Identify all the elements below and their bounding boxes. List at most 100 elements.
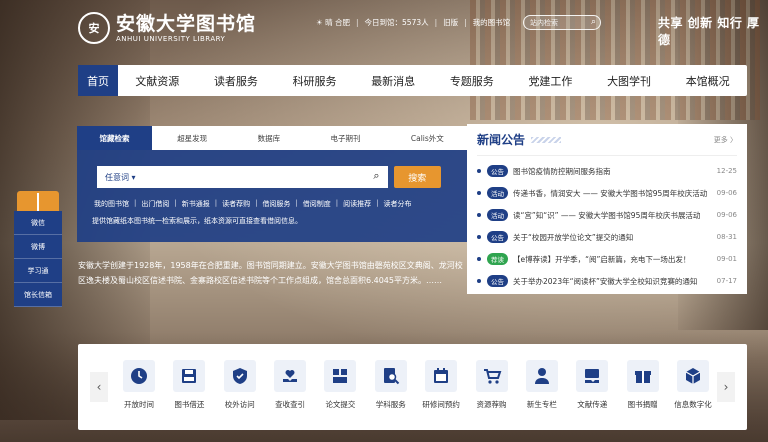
site-search-input[interactable] (524, 16, 586, 29)
tab-ejournal[interactable]: 电子期刊 (305, 126, 385, 150)
tab-database[interactable]: 数据库 (232, 126, 305, 150)
nav-home[interactable]: 首页 (78, 65, 118, 96)
bullet-icon (477, 257, 481, 261)
news-tag: 公告 (487, 231, 508, 243)
bullet-icon (477, 213, 481, 217)
nav-about[interactable]: 本馆概况 (668, 65, 747, 96)
news-item[interactable]: 公告 图书馆疫情防控期间服务指南 12-25 (477, 160, 737, 182)
services-prev-button[interactable]: ‹ (90, 372, 108, 402)
utility-bar: ☀ 晴 合肥 | 今日到馆：5573人 | 旧版 | 我的图书馆 (316, 17, 511, 28)
news-item[interactable]: 公告 关于“校园开放学位论文”提交的通知 08-31 (477, 226, 737, 248)
service-item[interactable]: 文献传递 (569, 360, 615, 410)
quick-link-recommend[interactable]: 读者荐购 (220, 199, 252, 209)
nav-news[interactable]: 最新消息 (354, 65, 433, 96)
university-seal-icon: 安 (78, 12, 110, 44)
catalog-search-panel: 馆藏检索 超星发现 数据库 电子期刊 Calis外文 任意词 ▾ ⌕ 搜索 我的… (77, 126, 469, 242)
bullet-icon (477, 235, 481, 239)
news-text[interactable]: 传递书香，情润安大 —— 安徽大学图书馆95周年校庆活动 (513, 188, 711, 199)
news-text[interactable]: 图书馆疫情防控期间服务指南 (513, 166, 711, 177)
service-item[interactable]: 校外访问 (217, 360, 263, 410)
weather-info: ☀ 晴 合肥 (316, 18, 350, 27)
service-item[interactable]: 学科服务 (368, 360, 414, 410)
service-item[interactable]: 查收查引 (267, 360, 313, 410)
search-doc-icon (374, 360, 407, 392)
open-book-icon (14, 183, 62, 211)
service-item[interactable]: 开放时间 (116, 360, 162, 410)
side-item-xuexitong[interactable]: 学习通 (14, 259, 62, 283)
service-item[interactable]: 信息数字化 (670, 360, 716, 410)
side-item-weibo[interactable]: 微博 (14, 235, 62, 259)
nav-party-work[interactable]: 党建工作 (511, 65, 590, 96)
bullet-icon (477, 279, 481, 283)
quick-link-borrow-service[interactable]: 借阅服务 (260, 199, 292, 209)
side-float-menu: 微信 微博 学习通 馆长信箱 (14, 183, 62, 307)
old-version-link[interactable]: 旧版 (443, 17, 458, 28)
service-item[interactable]: 论文提交 (317, 360, 363, 410)
stripes-decoration (531, 136, 562, 143)
search-icon[interactable]: ⌕ (591, 17, 596, 27)
quick-link-new-books[interactable]: 新书通报 (180, 199, 212, 209)
service-item[interactable]: 研修间预约 (418, 360, 464, 410)
side-item-wechat[interactable]: 微信 (14, 211, 62, 235)
news-tag: 公告 (487, 275, 508, 287)
book-save-icon (173, 360, 206, 392)
service-label: 图书借还 (174, 400, 205, 409)
service-item[interactable]: 图书捐赠 (620, 360, 666, 410)
news-item[interactable]: 公告 关于举办2023年“阅读杯”安徽大学全校知识竞赛的通知 07-17 (477, 270, 737, 292)
news-text[interactable]: 关于“校园开放学位论文”提交的通知 (513, 232, 711, 243)
news-item[interactable]: 荐读 【e博荐读】开学季，“阅”启新篇，充电下一场出发！ 09-01 (477, 248, 737, 270)
logo-chinese-name: 安徽大学图书馆 (116, 13, 257, 35)
nav-topic-services[interactable]: 专题服务 (433, 65, 512, 96)
cart-icon (475, 360, 508, 392)
news-text[interactable]: 【e博荐读】开学季，“阅”启新篇，充电下一场出发！ (513, 254, 711, 265)
nav-research-services[interactable]: 科研服务 (275, 65, 354, 96)
news-text[interactable]: 关于举办2023年“阅读杯”安徽大学全校知识竞赛的通知 (513, 276, 711, 287)
search-button[interactable]: 搜索 (393, 166, 441, 188)
service-label: 研修间预约 (422, 400, 460, 409)
services-next-button[interactable]: › (717, 372, 735, 402)
calendar-icon (425, 360, 458, 392)
news-more-link[interactable]: 更多 〉 (714, 135, 737, 145)
search-box: 任意词 ▾ ⌕ (97, 166, 388, 188)
nav-resources[interactable]: 文献资源 (118, 65, 197, 96)
news-date: 12-25 (716, 167, 737, 175)
search-input[interactable] (143, 168, 388, 186)
service-item[interactable]: 新生专栏 (519, 360, 565, 410)
nav-journal[interactable]: 大图学刊 (590, 65, 669, 96)
quick-link-borrow[interactable]: 出门借阅 (139, 199, 171, 209)
quick-link-rules[interactable]: 借阅制度 (301, 199, 333, 209)
tab-calis[interactable]: Calis外文 (386, 126, 469, 150)
services-bar: ‹ 开放时间 图书借还 校外访问 查收查引 论文提交 学科服务 研修间预约 资源荐购 新生专栏 文… (78, 344, 747, 430)
news-panel: 新闻公告 更多 〉 公告 图书馆疫情防控期间服务指南 12-25 活动 传递书香，情润安… (467, 124, 747, 294)
news-item[interactable]: 活动 读“宫”知“识” —— 安徽大学图书馆95周年校庆书展活动 09-06 (477, 204, 737, 226)
search-tabs: 馆藏检索 超星发现 数据库 电子期刊 Calis外文 (77, 126, 469, 150)
heart-hand-icon (274, 360, 307, 392)
site-search: ⌕ (523, 15, 601, 30)
cube-icon (676, 360, 709, 392)
news-text[interactable]: 读“宫”知“识” —— 安徽大学图书馆95周年校庆书展活动 (513, 210, 711, 221)
service-label: 文献传递 (577, 400, 608, 409)
news-title: 新闻公告 (477, 131, 562, 148)
service-item[interactable]: 资源荐购 (469, 360, 515, 410)
quick-links: 我的图书馆 | 出门借阅 | 新书通报 | 读者荐购 | 借阅服务 | 借阅制度 | 阅读推… (92, 199, 414, 209)
news-item[interactable]: 活动 传递书香，情润安大 —— 安徽大学图书馆95周年校庆活动 09-06 (477, 182, 737, 204)
my-library-link[interactable]: 我的图书馆 (473, 17, 511, 28)
quick-link-reading[interactable]: 阅读推荐 (341, 199, 373, 209)
handover-icon (576, 360, 609, 392)
service-item[interactable]: 图书借还 (166, 360, 212, 410)
quick-link-distribution[interactable]: 读者分布 (382, 199, 414, 209)
library-logo[interactable]: 安 安徽大学图书馆 ANHUI UNIVERSITY LIBRARY (78, 12, 256, 44)
bullet-icon (477, 169, 481, 173)
field-select[interactable]: 任意词 ▾ (105, 172, 136, 183)
visitor-count: 今日到馆：5573人 (364, 18, 429, 27)
magnifier-icon[interactable]: ⌕ (373, 169, 379, 183)
tab-chaoxing[interactable]: 超星发现 (152, 126, 232, 150)
tab-catalog[interactable]: 馆藏检索 (77, 126, 152, 150)
library-motto: 共享 创新 知行 厚德 (658, 16, 760, 47)
nav-reader-services[interactable]: 读者服务 (197, 65, 276, 96)
clock-icon (123, 360, 155, 392)
service-label: 图书捐赠 (627, 400, 658, 409)
news-tag: 活动 (487, 209, 508, 221)
quick-link-my-library[interactable]: 我的图书馆 (92, 199, 131, 209)
side-item-mailbox[interactable]: 馆长信箱 (14, 283, 62, 307)
